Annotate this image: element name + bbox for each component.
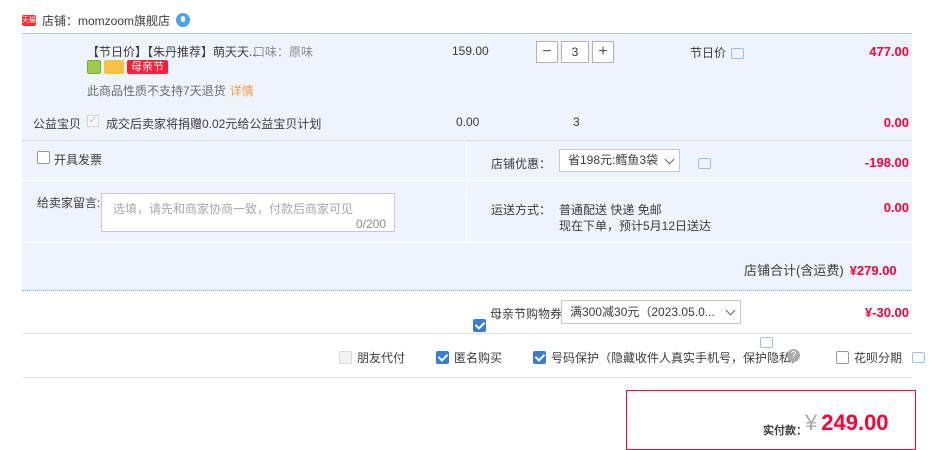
- tmall-tag-icon: 天猫: [22, 14, 36, 26]
- product-badges: 母亲节: [87, 60, 168, 74]
- card-badge-icon: [104, 60, 124, 74]
- store-discount-value: 省198元:鳕鱼3袋: [568, 153, 659, 167]
- store-discount-select[interactable]: 省198元:鳕鱼3袋: [559, 149, 680, 172]
- store-total-value: ¥279.00: [849, 263, 897, 278]
- message-label: 给卖家留言:: [37, 196, 101, 210]
- divider: [22, 180, 912, 181]
- shop-name[interactable]: 店铺：momzoom旗舰店: [42, 12, 170, 29]
- charity-label: 公益宝贝: [33, 117, 82, 131]
- charity-qty: 3: [573, 115, 580, 129]
- huabei-label: 花呗分期: [854, 351, 903, 365]
- number-protect-option[interactable]: 号码保护（隐藏收件人真实手机号，保护隐私）: [533, 349, 803, 366]
- mothers-day-badge: 母亲节: [127, 60, 168, 74]
- no-return-note: 此商品性质不支持7天退货 详情: [87, 82, 254, 99]
- charity-subtotal: 0.00: [883, 115, 909, 130]
- shipping-label: 运送方式：: [491, 203, 552, 217]
- invoice-label[interactable]: 开具发票: [54, 151, 102, 168]
- store-discount-label: 店铺优惠：: [491, 157, 552, 171]
- unit-price: 159.00: [452, 44, 489, 58]
- message-icon[interactable]: [912, 352, 926, 363]
- number-protect-checkbox[interactable]: [533, 351, 546, 364]
- payment-label: 实付款：: [763, 425, 807, 437]
- qty-input[interactable]: 3: [561, 41, 589, 63]
- charity-price: 0.00: [456, 115, 480, 129]
- divider: [466, 140, 467, 242]
- wangwang-chat-icon[interactable]: [176, 13, 191, 27]
- coupon-value: 满300减30元（2023.05.0...: [570, 305, 715, 319]
- message-placeholder: 选填，请先和商家协商一致，付款后商家可见: [113, 202, 354, 216]
- store-total-label: 店铺合计(含运费): [744, 263, 844, 278]
- message-icon[interactable]: [731, 48, 745, 60]
- payment-amount: ¥249.00: [805, 410, 889, 436]
- help-icon[interactable]: ?: [787, 349, 800, 362]
- store-total: 店铺合计(含运费) ¥279.00: [744, 260, 897, 279]
- product-sku: 口味：原味: [253, 45, 314, 59]
- qty-plus-button[interactable]: +: [592, 41, 614, 63]
- huabei-checkbox[interactable]: [836, 351, 849, 364]
- huabei-option[interactable]: 花呗分期: [836, 349, 926, 366]
- message-char-count: 0/200: [356, 217, 387, 231]
- divider: [22, 377, 912, 378]
- friend-pay-label: 朋友代付: [357, 351, 406, 365]
- coupon-amount: ¥-30.00: [864, 305, 909, 320]
- product-title[interactable]: 【节日价】【朱丹推荐】萌天天...: [87, 43, 259, 60]
- quantity-stepper: − 3 +: [536, 41, 614, 63]
- promo-text: 节日价: [690, 46, 727, 60]
- chevron-down-icon: [725, 305, 736, 316]
- coupon-label[interactable]: 母亲节购物券: [490, 305, 562, 322]
- service-badge-icon: [87, 60, 101, 74]
- divider: [22, 242, 912, 243]
- shipping-amount: 0.00: [883, 200, 909, 215]
- shipping-method: 普通配送 快递 免邮: [559, 203, 662, 217]
- divider: [22, 333, 912, 334]
- invoice-checkbox[interactable]: [37, 151, 50, 164]
- item-subtotal: 477.00: [869, 44, 909, 59]
- number-protect-label: 号码保护（隐藏收件人真实手机号，保护隐私）: [551, 351, 804, 365]
- qty-minus-button[interactable]: −: [536, 41, 558, 63]
- no-return-text: 此商品性质不支持7天退货: [87, 84, 226, 98]
- anonymous-label: 匿名购买: [454, 351, 503, 365]
- currency-symbol: ¥: [805, 410, 818, 435]
- friend-pay-option[interactable]: 朋友代付: [339, 349, 405, 366]
- store-discount-amount: -198.00: [864, 155, 909, 170]
- message-icon[interactable]: [698, 158, 711, 170]
- anonymous-checkbox[interactable]: [436, 351, 449, 364]
- shop-header: 天猫 店铺：momzoom旗舰店: [22, 10, 191, 30]
- promo-label: 节日价: [690, 44, 745, 61]
- friend-pay-checkbox[interactable]: [339, 351, 352, 364]
- shipping-eta: 现在下单，预计5月12日送达: [559, 219, 712, 233]
- charity-text: 成交后卖家将捐赠0.02元给公益宝贝计划: [106, 117, 322, 131]
- detail-link[interactable]: 详情: [230, 84, 254, 98]
- anonymous-option[interactable]: 匿名购买: [436, 349, 502, 366]
- charity-checkbox: ✓: [87, 115, 99, 127]
- coupon-checkbox[interactable]: [473, 319, 486, 332]
- payment-value: 249.00: [821, 410, 889, 435]
- coupon-select[interactable]: 满300减30元（2023.05.0...: [561, 300, 741, 324]
- chevron-down-icon: [664, 154, 675, 165]
- message-icon[interactable]: [760, 337, 773, 349]
